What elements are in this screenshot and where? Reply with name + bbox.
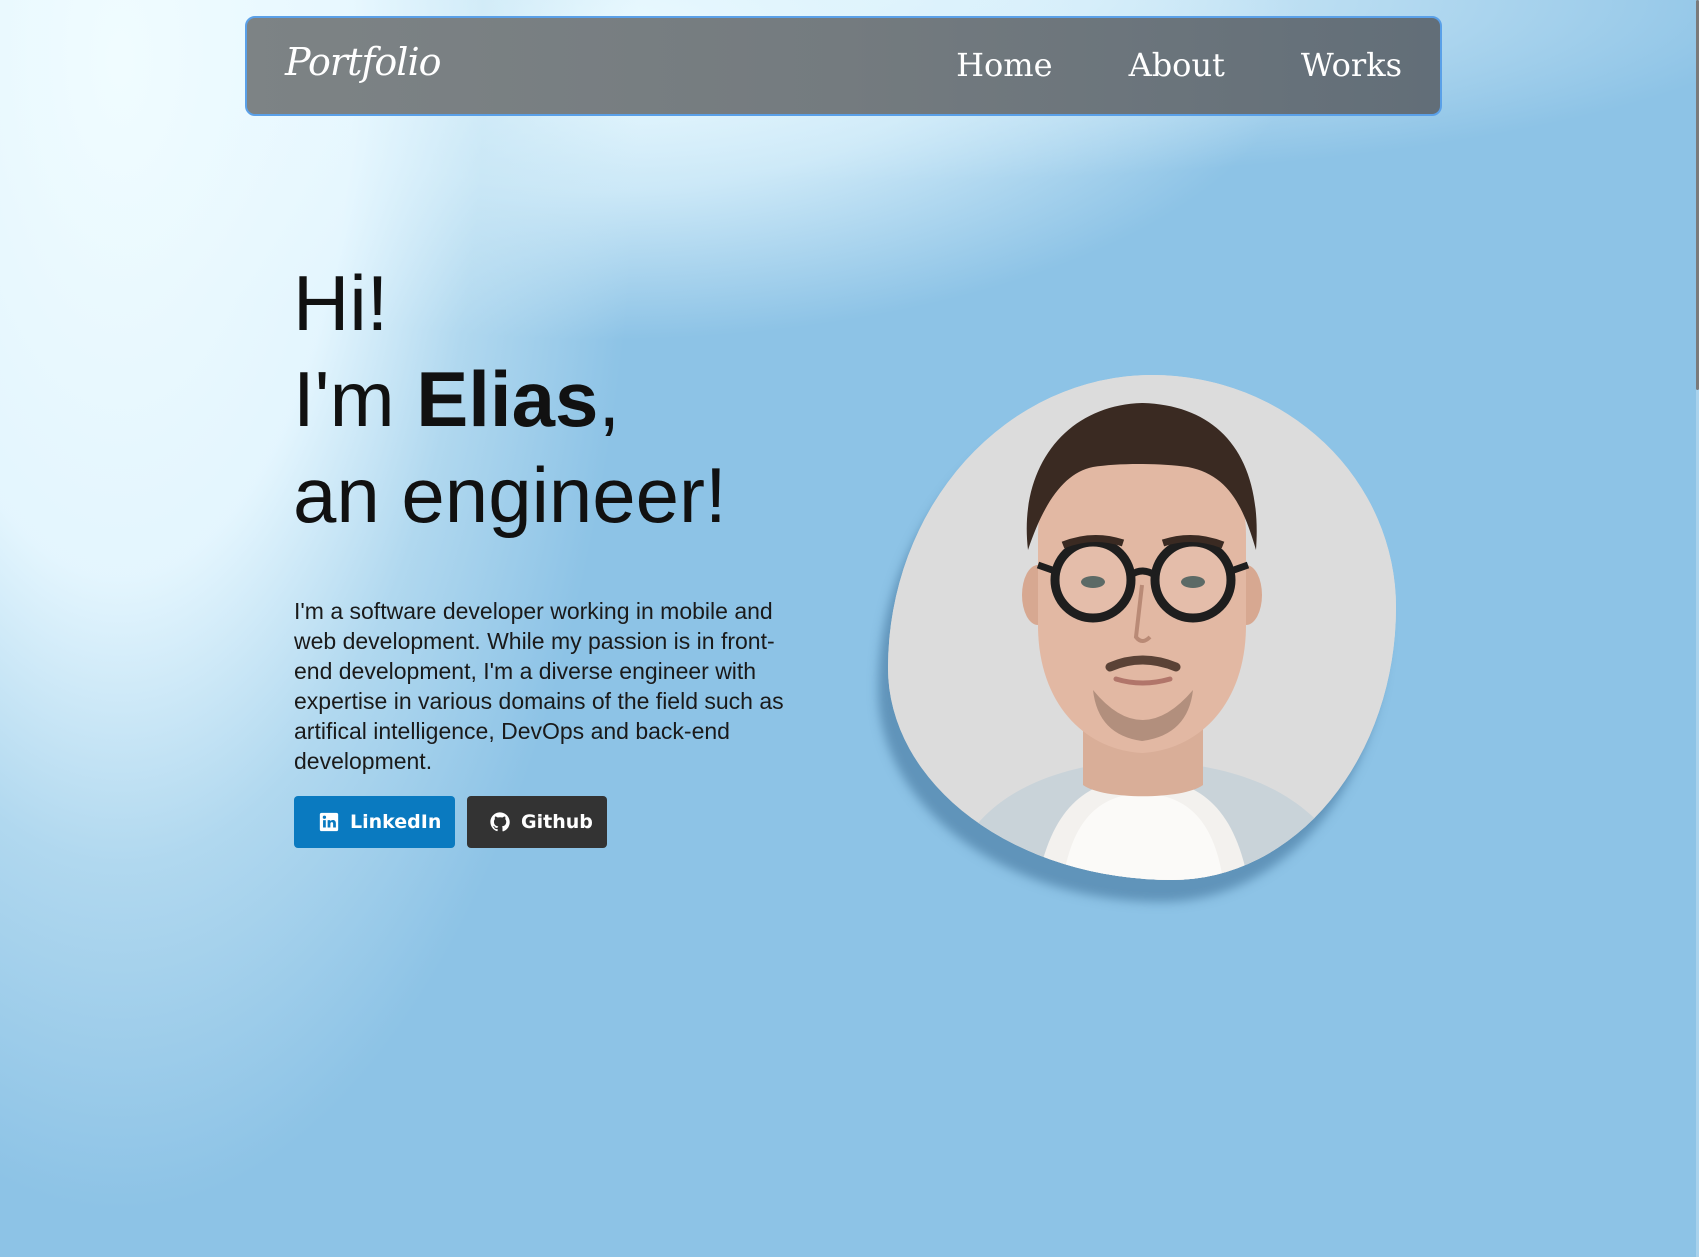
github-label: Github [521,811,593,833]
linkedin-button[interactable]: LinkedIn [294,796,455,848]
nav-link-home[interactable]: Home [956,46,1052,84]
nav-links: Home About Works [956,46,1402,84]
hero-intro-suffix: , [598,355,621,443]
social-buttons: LinkedIn Github [294,796,607,848]
brand-logo[interactable]: Portfolio [285,40,441,84]
profile-photo [888,375,1396,880]
hero-name: Elias [416,355,599,443]
nav-link-works[interactable]: Works [1301,46,1402,84]
hero-description: I'm a software developer working in mobi… [294,598,784,774]
nav-link-about[interactable]: About [1129,46,1225,84]
github-icon [489,811,511,833]
navbar: Portfolio Home About Works [245,16,1442,116]
profile-photo-frame [888,375,1396,880]
hero-heading: Hi! I'm Elias, an engineer! [293,255,727,543]
linkedin-label: LinkedIn [350,811,442,833]
github-button[interactable]: Github [467,796,607,848]
hero-intro-prefix: I'm [293,355,417,443]
portrait-illustration [888,375,1396,880]
hero-role: an engineer! [293,451,727,539]
page-background [0,0,1699,1257]
linkedin-icon [318,811,340,833]
hero-intro: I'm Elias, [293,351,727,447]
hero-greeting: Hi! [293,259,389,347]
